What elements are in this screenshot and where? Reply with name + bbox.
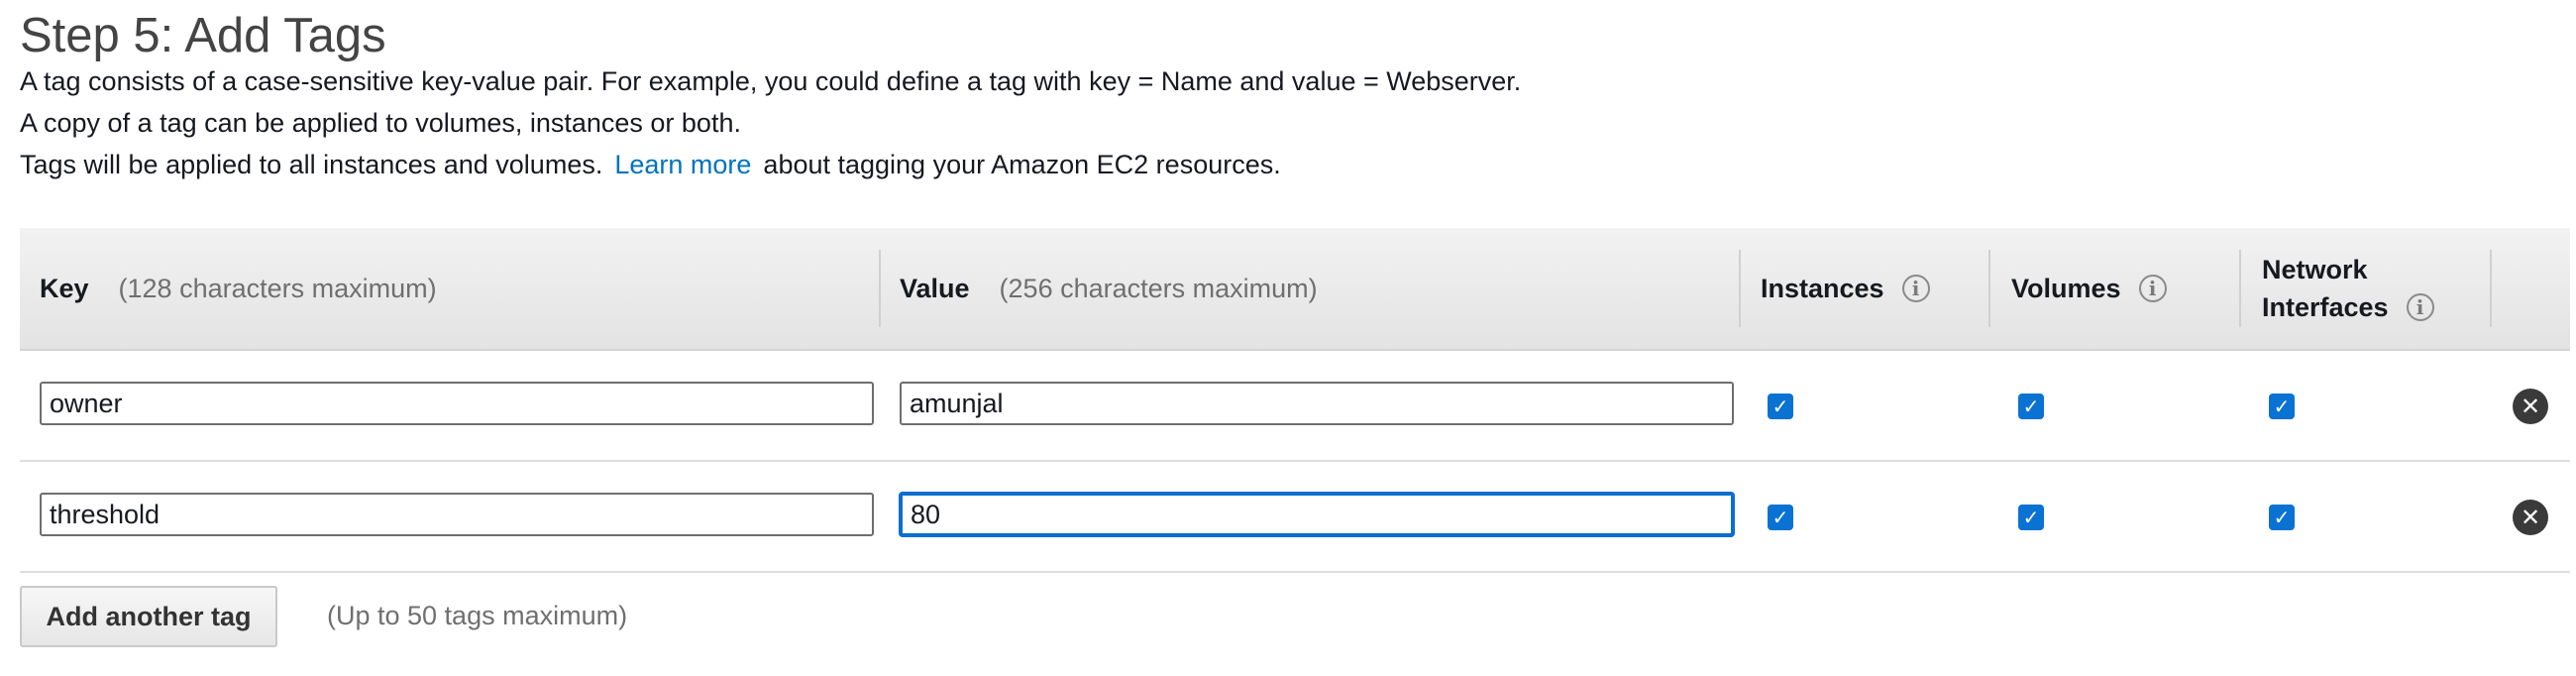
remove-tag-icon[interactable]: ✕ [2513, 389, 2548, 424]
description-line-2: A copy of a tag can be applied to volume… [20, 108, 741, 138]
page-title: Step 5: Add Tags [20, 9, 386, 62]
column-divider [2239, 250, 2241, 327]
table-row: ✓ ✓ ✓ ✕ [20, 351, 2570, 462]
tags-table-header: Key (128 characters maximum) Value (256 … [20, 228, 2570, 351]
value-column-hint: (256 characters maximum) [999, 273, 1318, 303]
info-icon[interactable]: i [2138, 275, 2167, 302]
add-another-tag-button[interactable]: Add another tag [20, 586, 277, 647]
tag-value-input[interactable] [900, 493, 1734, 536]
learn-more-link[interactable]: Learn more [614, 150, 751, 179]
column-divider [2490, 250, 2492, 327]
instances-checkbox[interactable]: ✓ [1768, 505, 1793, 530]
network-label-line-1: Network [2262, 255, 2368, 284]
tag-limit-hint: (Up to 50 tags maximum) [327, 601, 628, 630]
instances-column-label: Instances [1761, 273, 1884, 303]
column-header-volumes: Volumes i [2011, 228, 2167, 349]
network-label-line-2: Interfaces [2262, 292, 2389, 322]
info-icon[interactable]: i [1901, 275, 1930, 302]
tag-key-input[interactable] [40, 493, 874, 536]
network-interfaces-checkbox[interactable]: ✓ [2269, 505, 2295, 530]
column-divider [1988, 250, 1990, 327]
column-header-key: Key (128 characters maximum) [40, 228, 437, 349]
volumes-checkbox[interactable]: ✓ [2018, 505, 2044, 530]
description-line-3-suffix: about tagging your Amazon EC2 resources. [763, 150, 1281, 179]
column-divider [879, 250, 881, 327]
description-line-1: A tag consists of a case-sensitive key-v… [20, 66, 1522, 96]
column-header-instances: Instances i [1761, 228, 1930, 349]
value-column-label: Value [900, 273, 970, 303]
column-divider [1739, 250, 1741, 327]
remove-tag-icon[interactable]: ✕ [2513, 500, 2548, 535]
column-header-value: Value (256 characters maximum) [900, 228, 1318, 349]
instances-checkbox[interactable]: ✓ [1768, 394, 1793, 419]
volumes-column-label: Volumes [2011, 273, 2121, 303]
network-interfaces-checkbox[interactable]: ✓ [2269, 394, 2295, 419]
tag-key-input[interactable] [40, 382, 874, 425]
tags-table: Key (128 characters maximum) Value (256 … [20, 228, 2570, 573]
description-line-3: Tags will be applied to all instances an… [20, 147, 1281, 182]
key-column-label: Key [40, 273, 89, 303]
network-interfaces-column-label: Network Interfaces [2262, 251, 2389, 326]
description-line-3-prefix: Tags will be applied to all instances an… [20, 150, 603, 179]
add-tags-page: Step 5: Add Tags A tag consists of a cas… [0, 0, 2576, 676]
column-header-network-interfaces: Network Interfaces i [2262, 228, 2434, 349]
key-column-hint: (128 characters maximum) [118, 273, 437, 303]
info-icon[interactable]: i [2406, 293, 2434, 321]
volumes-checkbox[interactable]: ✓ [2018, 394, 2044, 419]
table-row: ✓ ✓ ✓ ✕ [20, 462, 2570, 573]
tag-value-input[interactable] [900, 382, 1734, 425]
